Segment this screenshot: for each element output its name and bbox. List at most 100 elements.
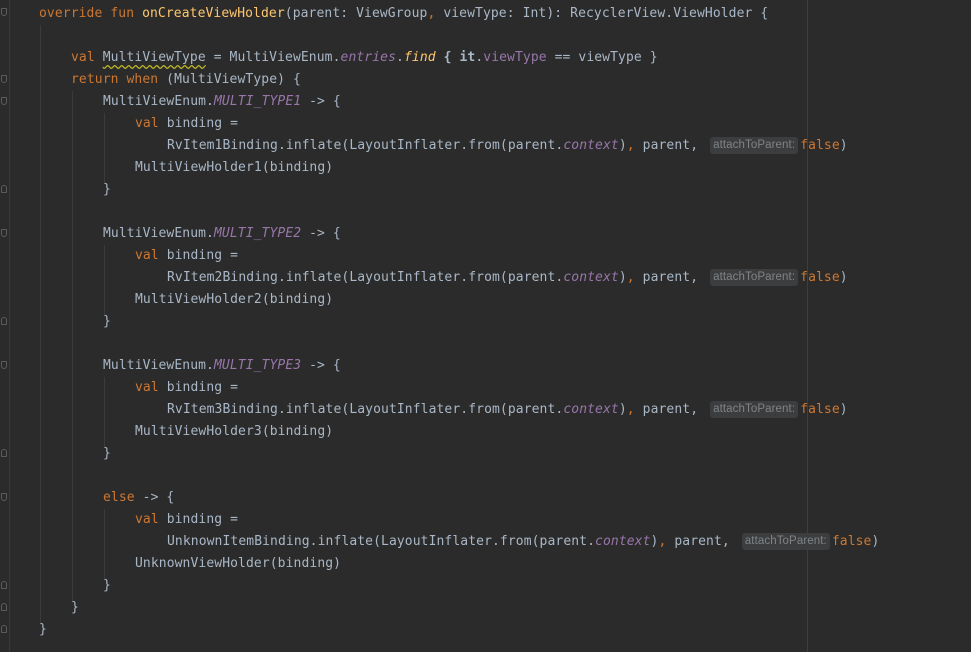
inflate-call: RvItem1Binding.inflate(LayoutInflater.fr… (167, 138, 564, 153)
code-line-holder[interactable]: UnknownViewHolder(binding) (135, 553, 341, 575)
indent-guide (104, 377, 105, 447)
indent-guide (40, 25, 41, 625)
binding-decl: binding = (158, 116, 239, 131)
inlay-hint-attach-to-parent[interactable]: attachToParent: (710, 401, 799, 418)
code-editor[interactable]: override fun onCreateViewHolder(parent: … (0, 0, 971, 652)
context-property[interactable]: context (563, 138, 619, 153)
code-line-when-close[interactable]: } (71, 597, 79, 619)
binding-decl: binding = (158, 512, 239, 527)
fold-start-icon[interactable] (1, 8, 7, 16)
inflate-call: RvItem2Binding.inflate(LayoutInflater.fr… (167, 270, 564, 285)
code-line-close-brace[interactable]: } (103, 443, 111, 465)
enum-constant[interactable]: MULTI_TYPE2 (214, 226, 301, 241)
editor-gutter[interactable] (0, 0, 10, 652)
code-line-branch-type2[interactable]: MultiViewEnum.MULTI_TYPE2 -> { (103, 223, 341, 245)
indent-guide (104, 113, 105, 183)
code-line-branch-else[interactable]: else -> { (103, 487, 174, 509)
enum-prefix: MultiViewEnum. (103, 94, 214, 109)
keyword-val: val (135, 116, 159, 131)
function-name[interactable]: onCreateViewHolder (142, 6, 285, 21)
keyword-false: false (800, 402, 840, 417)
fold-start-icon[interactable] (1, 361, 7, 369)
code-line-inflate[interactable]: RvItem3Binding.inflate(LayoutInflater.fr… (167, 399, 848, 421)
arrow: -> { (301, 226, 341, 241)
paren: ) (618, 270, 627, 285)
code-line-holder[interactable]: MultiViewHolder1(binding) (135, 157, 333, 179)
code-line-fun-close[interactable]: } (39, 619, 47, 641)
close-brace: } (103, 182, 111, 197)
comma: , (626, 270, 635, 285)
params-rest: viewType: Int): RecyclerView.ViewHolder … (435, 6, 769, 21)
indent-guide (104, 245, 105, 315)
fold-start-icon[interactable] (1, 229, 7, 237)
parent-arg: parent, (666, 534, 730, 549)
close-brace: } (71, 600, 79, 615)
arrow: -> { (301, 94, 341, 109)
code-line-return-when[interactable]: return when (MultiViewType) { (71, 69, 301, 91)
code-line-val-multiviewtype[interactable]: val MultiViewType = MultiViewEnum.entrie… (71, 47, 658, 69)
code-line-inflate[interactable]: UnknownItemBinding.inflate(LayoutInflate… (167, 531, 879, 553)
close-paren: ) (839, 138, 848, 153)
lambda-brace: { (435, 50, 460, 65)
close-paren: ) (871, 534, 880, 549)
holder-call: MultiViewHolder3(binding) (135, 424, 334, 439)
right-margin-guide (807, 0, 808, 652)
parent-arg: parent, (634, 138, 699, 153)
entries-property[interactable]: entries (341, 50, 397, 65)
inlay-hint-attach-to-parent[interactable]: attachToParent: (710, 137, 799, 154)
fold-end-icon[interactable] (1, 603, 7, 611)
fold-end-icon[interactable] (1, 625, 7, 633)
code-line-val-binding[interactable]: val binding = (135, 377, 238, 399)
code-line-fun-signature[interactable]: override fun onCreateViewHolder(parent: … (39, 3, 768, 25)
keyword-false: false (800, 270, 840, 285)
fold-end-icon[interactable] (1, 449, 7, 457)
code-line-inflate[interactable]: RvItem2Binding.inflate(LayoutInflater.fr… (167, 267, 848, 289)
inflate-call: RvItem3Binding.inflate(LayoutInflater.fr… (167, 402, 564, 417)
code-line-val-binding[interactable]: val binding = (135, 245, 238, 267)
fold-end-icon[interactable] (1, 581, 7, 589)
context-property[interactable]: context (563, 402, 619, 417)
inlay-hint-attach-to-parent[interactable]: attachToParent: (741, 533, 830, 550)
code-line-close-brace[interactable]: } (103, 179, 111, 201)
keyword-return: return (71, 72, 119, 87)
fold-start-icon[interactable] (1, 493, 7, 501)
when-subject: (MultiViewType) { (158, 72, 301, 87)
keyword-else: else (103, 490, 135, 505)
code-line-holder[interactable]: MultiViewHolder2(binding) (135, 289, 333, 311)
close-paren: ) (839, 270, 848, 285)
code-line-val-binding[interactable]: val binding = (135, 509, 238, 531)
indent-guide (72, 91, 73, 603)
keyword-val: val (135, 380, 159, 395)
code-line-val-binding[interactable]: val binding = (135, 113, 238, 135)
holder-call: UnknownViewHolder(binding) (135, 556, 342, 571)
fold-start-icon[interactable] (1, 75, 7, 83)
keyword-val: val (135, 512, 159, 527)
keyword-when: when (126, 72, 159, 87)
keyword-fun: fun (110, 6, 135, 21)
keyword-val: val (135, 248, 159, 263)
holder-call: MultiViewHolder2(binding) (135, 292, 334, 307)
arrow: -> { (301, 358, 341, 373)
keyword-false: false (831, 534, 872, 549)
fold-start-icon[interactable] (1, 97, 7, 105)
code-line-branch-type3[interactable]: MultiViewEnum.MULTI_TYPE3 -> { (103, 355, 341, 377)
enum-prefix: MultiViewEnum. (103, 226, 214, 241)
variable-multiviewtype[interactable]: MultiViewType (103, 50, 206, 65)
code-line-holder[interactable]: MultiViewHolder3(binding) (135, 421, 333, 443)
binding-decl: binding = (158, 248, 239, 263)
context-property[interactable]: context (595, 534, 651, 549)
compare-text: == viewType } (546, 50, 658, 65)
enum-constant[interactable]: MULTI_TYPE3 (214, 358, 301, 373)
code-line-inflate[interactable]: RvItem1Binding.inflate(LayoutInflater.fr… (167, 135, 848, 157)
fold-end-icon[interactable] (1, 317, 7, 325)
enum-constant[interactable]: MULTI_TYPE1 (214, 94, 301, 109)
code-line-close-brace[interactable]: } (103, 311, 111, 333)
holder-call: MultiViewHolder1(binding) (135, 160, 334, 175)
code-line-branch-type1[interactable]: MultiViewEnum.MULTI_TYPE1 -> { (103, 91, 341, 113)
viewtype-property[interactable]: viewType (483, 50, 546, 65)
find-function[interactable]: find (404, 50, 436, 65)
inlay-hint-attach-to-parent[interactable]: attachToParent: (710, 269, 799, 286)
fold-end-icon[interactable] (1, 185, 7, 193)
context-property[interactable]: context (563, 270, 619, 285)
code-line-close-brace[interactable]: } (103, 575, 111, 597)
